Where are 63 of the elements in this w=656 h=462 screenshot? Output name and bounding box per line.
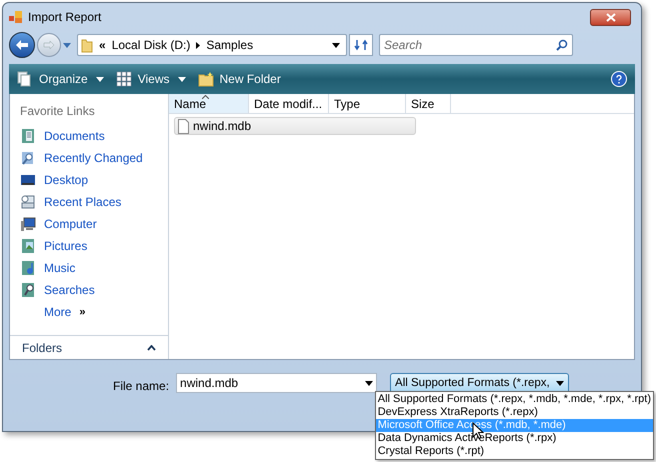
favorite-link[interactable]: Desktop xyxy=(20,169,168,191)
search-input[interactable]: Search xyxy=(384,36,556,54)
address-bar[interactable]: « Local Disk (D:) Samples xyxy=(77,34,347,56)
file-icon xyxy=(178,118,189,134)
folder-icon xyxy=(81,37,93,53)
search-field[interactable]: Search xyxy=(379,34,573,56)
favorite-link[interactable]: Music xyxy=(20,257,168,279)
desktop-icon xyxy=(20,172,36,188)
grid-icon xyxy=(116,71,132,87)
pages-icon xyxy=(17,71,33,87)
music-folder-icon xyxy=(20,260,36,276)
caret-icon xyxy=(365,380,374,386)
caret-icon xyxy=(96,76,104,82)
caret-icon xyxy=(556,381,564,386)
favorite-link[interactable]: Recent Places xyxy=(20,191,168,213)
help-button[interactable] xyxy=(611,71,627,87)
field-label: File name: xyxy=(113,378,170,395)
favorite-link[interactable]: Recently Changed xyxy=(20,147,168,169)
folders-toggle[interactable]: Folders xyxy=(10,335,168,359)
history-caret-icon xyxy=(63,42,71,48)
folder-magnifier-icon xyxy=(20,150,36,166)
dropdown-option[interactable]: Data Dynamics ActiveReports (*.rpx) xyxy=(376,432,653,445)
pictures-folder-icon xyxy=(20,238,36,254)
back-button[interactable] xyxy=(9,32,35,58)
recent-places-icon xyxy=(20,194,36,210)
breadcrumb[interactable]: Samples xyxy=(206,36,254,54)
search-folder-icon xyxy=(20,282,36,298)
file-item[interactable]: nwind.mdb xyxy=(174,117,416,135)
refresh-icon xyxy=(354,38,368,52)
address-caret-icon xyxy=(332,42,340,48)
file-name-input[interactable]: nwind.mdb xyxy=(180,374,366,392)
refresh-button[interactable] xyxy=(349,34,373,56)
search-icon xyxy=(556,39,568,51)
window-title: Import Report xyxy=(28,9,102,26)
toolbar-button[interactable]: Views xyxy=(116,70,186,88)
breadcrumb[interactable]: Local Disk (D:) xyxy=(112,36,190,54)
double-chevron: » xyxy=(79,304,86,320)
chevron-up-icon xyxy=(147,344,156,350)
toolbar-button[interactable]: Organize xyxy=(17,70,104,88)
dropdown-option[interactable]: Crystal Reports (*.rpt) xyxy=(376,445,653,458)
chevron-right-icon xyxy=(196,42,200,48)
app-icon xyxy=(9,10,23,24)
close-icon xyxy=(606,12,616,22)
caret-icon xyxy=(178,76,186,82)
right-arrow-icon xyxy=(43,40,55,50)
section-heading: Favorite Links xyxy=(20,103,96,120)
document-folder-icon xyxy=(20,128,36,144)
favorite-link[interactable]: Pictures xyxy=(20,235,168,257)
dropdown-option[interactable]: All Supported Formats (*.repx, *.mdb, *.mde, *.rpx, *.rpt) xyxy=(376,393,653,406)
left-arrow-icon xyxy=(15,39,29,51)
favorite-link[interactable]: Computer xyxy=(20,213,168,235)
file-name-field[interactable]: nwind.mdb xyxy=(176,373,378,393)
dropdown-option[interactable]: DevExpress XtraReports (*.repx) xyxy=(376,406,653,419)
new-folder-icon xyxy=(198,71,214,87)
address-overflow[interactable]: « xyxy=(99,36,106,54)
column-header[interactable]: Name xyxy=(169,94,249,113)
toolbar-button[interactable]: New Folder xyxy=(198,70,281,88)
favorite-link[interactable]: Searches xyxy=(20,279,168,301)
favorite-link[interactable]: Documents xyxy=(20,125,168,147)
question-mark-icon xyxy=(616,74,622,84)
computer-icon xyxy=(20,216,36,232)
close-button[interactable] xyxy=(590,8,631,26)
more-link[interactable]: More » xyxy=(20,301,168,323)
